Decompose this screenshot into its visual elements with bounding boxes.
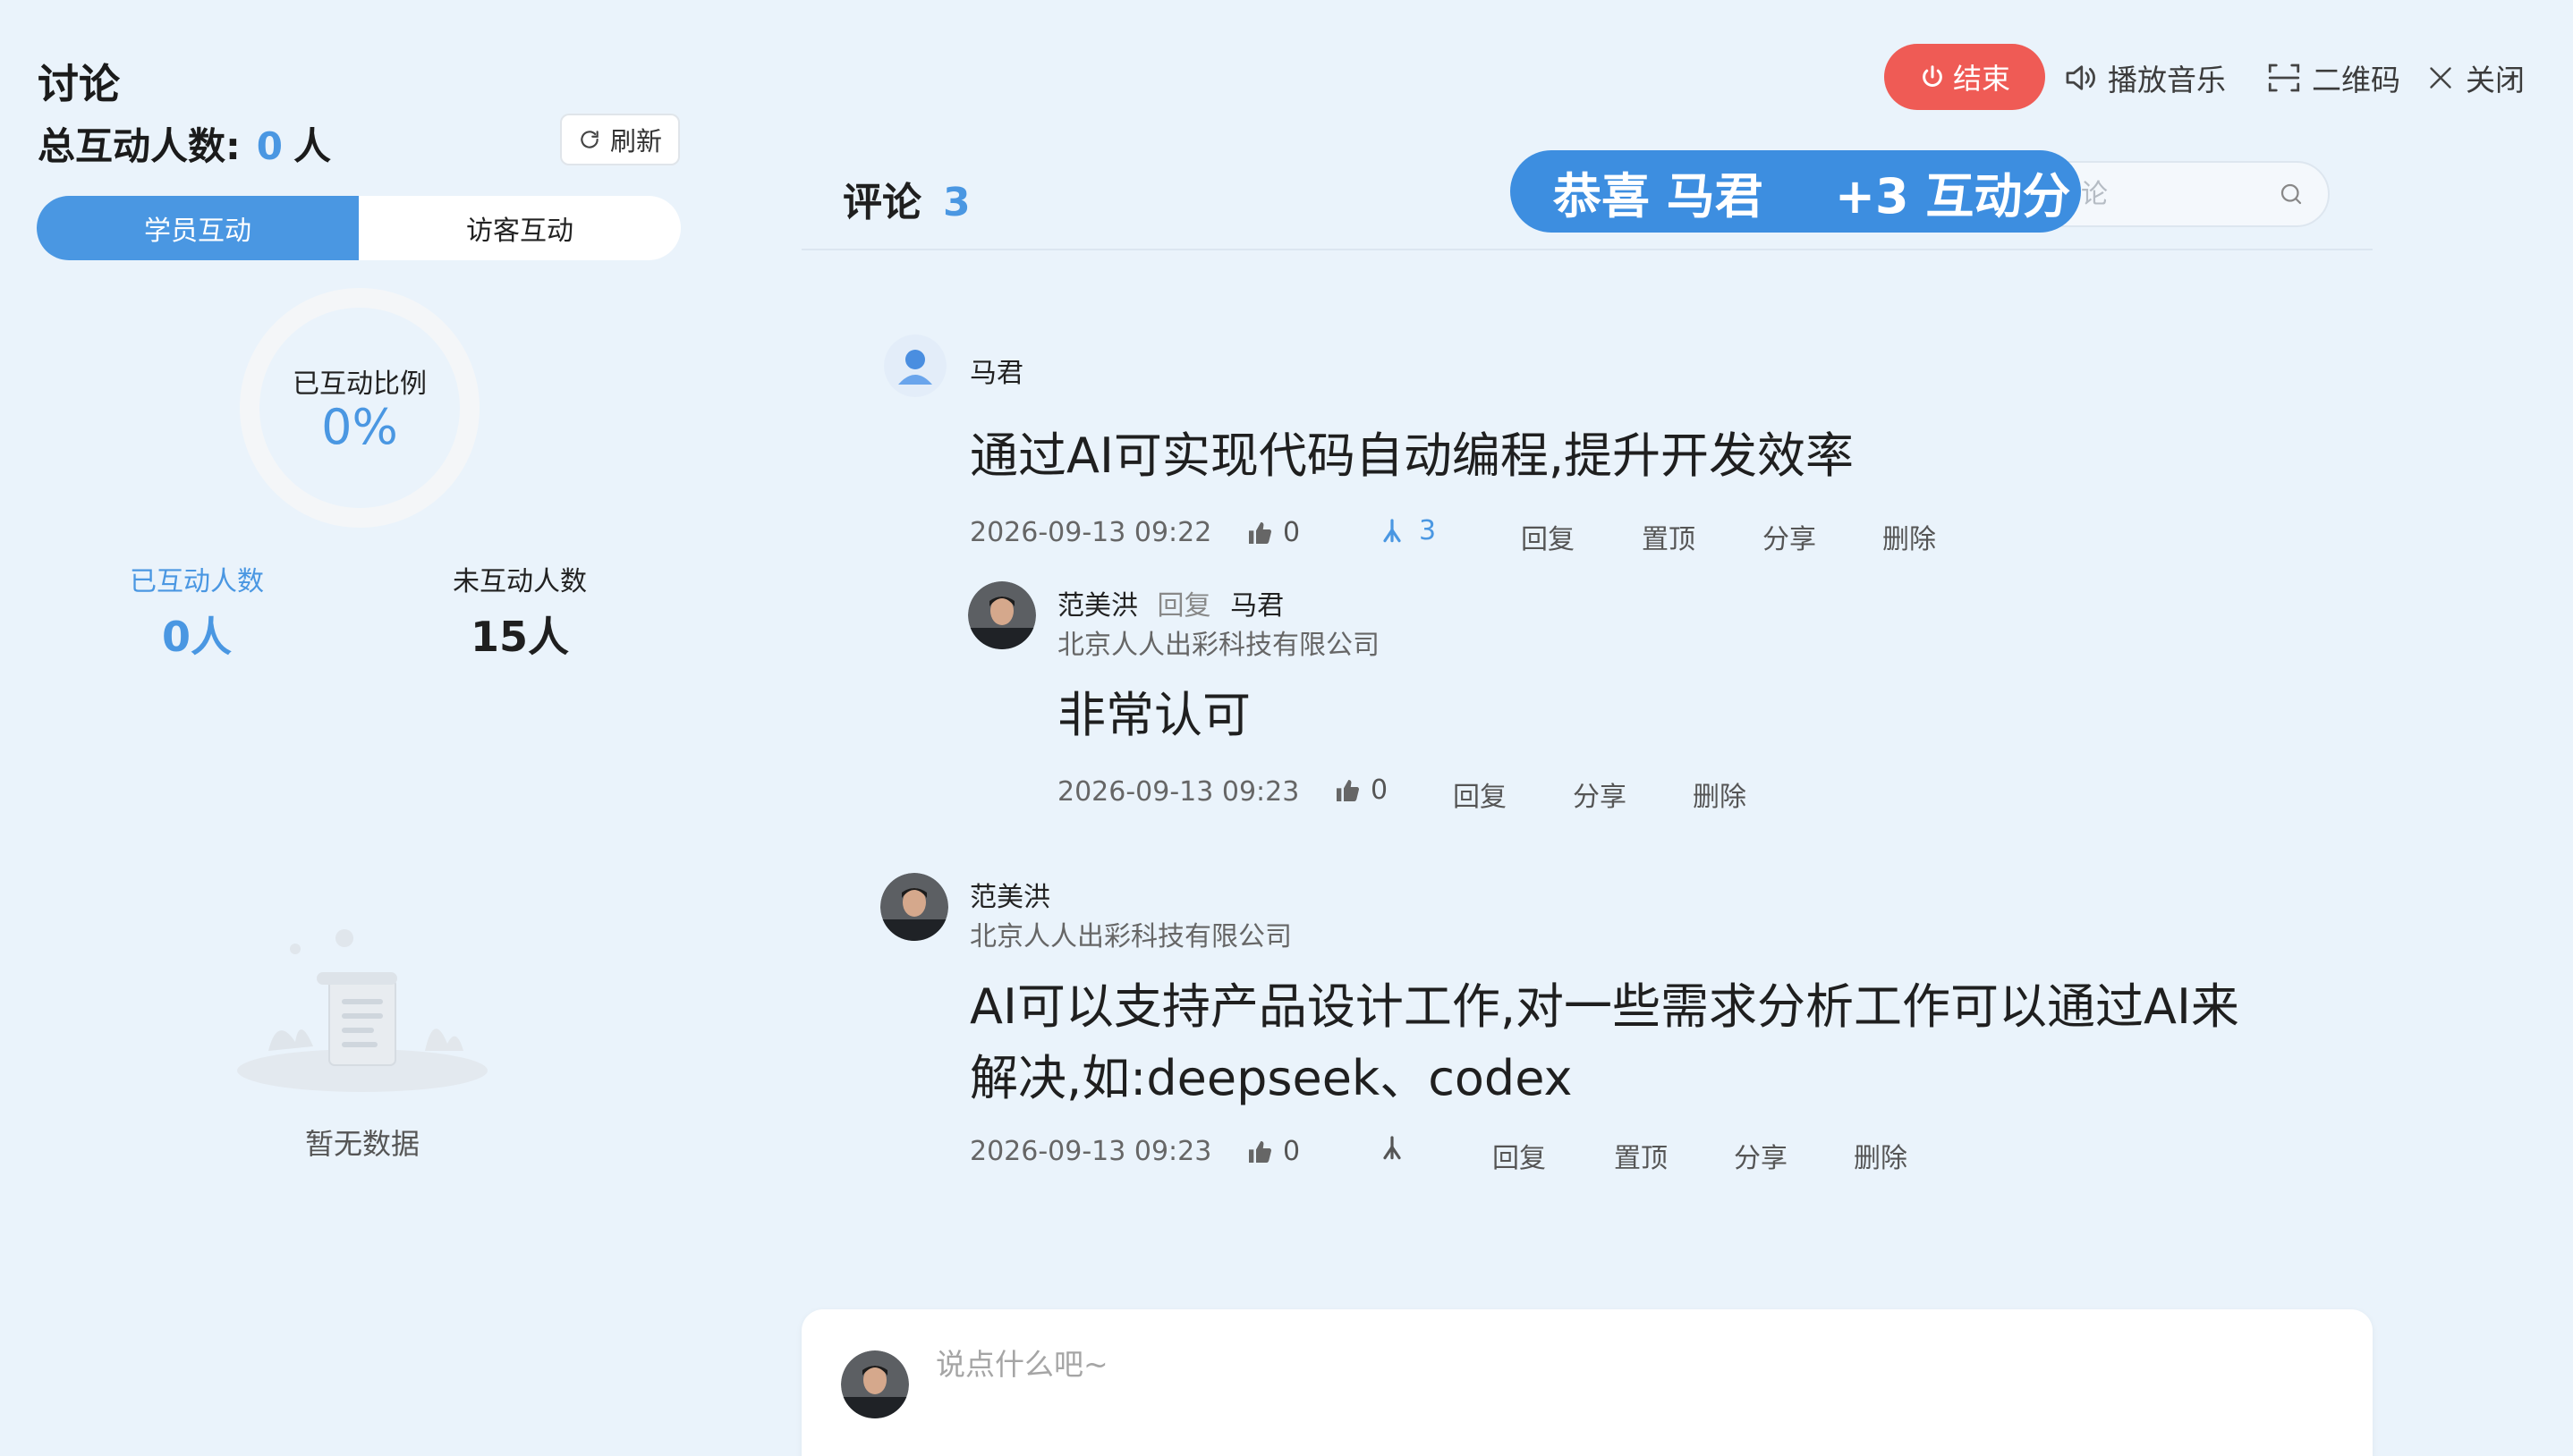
total-interactions: 总互动人数: 0 人 <box>38 116 331 171</box>
comment-input[interactable] <box>936 1333 2278 1395</box>
empty-state-text: 暂无数据 <box>304 1127 420 1161</box>
interacted-value: 0人 <box>161 613 232 661</box>
reply-reply-button[interactable]: 回复 <box>1453 775 1507 814</box>
congrats-text: 恭喜 马君 <box>1553 167 1763 224</box>
default-user-avatar-icon <box>884 334 947 397</box>
search-icon[interactable] <box>2278 181 2305 207</box>
reply-tree-icon <box>1383 518 1401 542</box>
comment-search-input[interactable] <box>2054 163 2269 225</box>
header-divider <box>802 249 2373 250</box>
close-label: 关闭 <box>2466 63 2525 97</box>
like-count: 0 <box>1283 1136 1301 1167</box>
total-unit: 人 <box>293 124 332 168</box>
total-label: 总互动人数: <box>38 124 241 168</box>
comments-count: 3 <box>943 180 971 225</box>
reply-author: 范美洪 <box>1057 590 1138 622</box>
user-photo-avatar-icon <box>841 1350 909 1418</box>
reply-delete-button[interactable]: 删除 <box>1693 775 1746 814</box>
refresh-icon <box>581 131 599 148</box>
like-button[interactable]: 0 <box>1245 1136 1300 1167</box>
not-interacted-value: 15人 <box>470 613 569 661</box>
avatar <box>884 334 947 397</box>
reply-count-button[interactable]: 3 <box>1378 515 1436 546</box>
reply-tree-icon <box>1383 1136 1401 1160</box>
comments-title: 评论 3 <box>843 170 971 227</box>
thumbs-up-icon <box>1249 1140 1272 1163</box>
reply-text: 非常认可 <box>1057 687 1251 743</box>
play-music-button[interactable]: 播放音乐 <box>2061 55 2226 100</box>
ring-value: 0% <box>321 399 398 455</box>
reply-share-button[interactable]: 分享 <box>1573 775 1626 814</box>
reply-word: 回复 <box>1157 590 1211 622</box>
comments-title-label: 评论 <box>843 180 921 225</box>
scan-icon <box>2268 63 2300 92</box>
user-photo-avatar-icon <box>968 581 1036 649</box>
delete-button[interactable]: 删除 <box>1882 517 1936 556</box>
interaction-tabs: 学员互动 访客互动 <box>37 196 681 260</box>
share-button[interactable]: 分享 <box>1734 1136 1788 1175</box>
end-button[interactable]: 结束 <box>1884 44 2045 110</box>
delete-button[interactable]: 删除 <box>1854 1136 1907 1175</box>
pin-button[interactable]: 置顶 <box>1642 517 1695 556</box>
avatar <box>880 873 948 941</box>
reply-to-user: 马君 <box>1230 590 1285 622</box>
like-count: 0 <box>1283 517 1301 548</box>
reply-button[interactable]: 回复 <box>1521 517 1575 556</box>
tab-student-interaction[interactable]: 学员互动 <box>37 196 359 260</box>
total-count: 0 <box>256 124 284 168</box>
refresh-label: 刷新 <box>609 126 662 157</box>
reply-header: 范美洪 回复 马君 <box>1057 583 1284 622</box>
avatar <box>968 581 1036 649</box>
comment-text-line-1: AI可以支持产品设计工作,对一些需求分析工作可以通过AI来 <box>970 978 2239 1035</box>
reply-company: 北京人人出彩科技有限公司 <box>1057 630 1380 661</box>
close-icon <box>2430 67 2451 89</box>
comment-input-bar <box>802 1309 2373 1456</box>
comment-text: 通过AI可实现代码自动编程,提升开发效率 <box>970 427 1855 484</box>
ring-label: 已互动比例 <box>293 368 427 400</box>
reply-count-button[interactable] <box>1378 1134 1406 1170</box>
close-button[interactable]: 关闭 <box>2424 55 2525 100</box>
comment-time: 2026-09-13 09:23 <box>970 1136 1212 1167</box>
comment-author: 范美洪 <box>970 882 1050 913</box>
interacted-label: 已互动人数 <box>130 566 264 597</box>
thumbs-up-icon <box>1249 521 1272 544</box>
share-button[interactable]: 分享 <box>1762 517 1816 556</box>
comment-company: 北京人人出彩科技有限公司 <box>970 921 1292 952</box>
user-photo-avatar-icon <box>880 873 948 941</box>
comment-author: 马君 <box>970 358 1023 389</box>
congrats-points: +3 互动分 <box>1834 167 2071 224</box>
avatar <box>841 1350 909 1418</box>
qrcode-label: 二维码 <box>2312 63 2400 97</box>
comment-time: 2026-09-13 09:22 <box>970 517 1212 548</box>
reply-like-button[interactable]: 0 <box>1333 775 1388 806</box>
qrcode-button[interactable]: 二维码 <box>2265 55 2400 100</box>
refresh-button[interactable]: 刷新 <box>560 114 680 165</box>
reply-time: 2026-09-13 09:23 <box>1057 776 1300 808</box>
tab-visitor-interaction[interactable]: 访客互动 <box>359 196 681 260</box>
reply-button[interactable]: 回复 <box>1492 1136 1546 1175</box>
comment-text-line-2: 解决,如:deepseek、codex <box>970 1050 1573 1106</box>
power-icon <box>1923 65 1942 87</box>
reply-like-count: 0 <box>1371 775 1388 806</box>
thumbs-up-icon <box>1337 779 1360 801</box>
congrats-banner: 恭喜 马君 +3 互动分 <box>1510 150 2081 233</box>
empty-state-illustration <box>237 929 488 1092</box>
panel-title: 讨论 <box>38 60 120 108</box>
reply-count: 3 <box>1419 515 1437 546</box>
not-interacted-label: 未互动人数 <box>453 566 587 597</box>
pin-button[interactable]: 置顶 <box>1614 1136 1668 1175</box>
like-button[interactable]: 0 <box>1245 517 1300 548</box>
speaker-icon <box>2066 65 2095 90</box>
end-label: 结束 <box>1952 62 2010 96</box>
music-label: 播放音乐 <box>2108 63 2226 97</box>
